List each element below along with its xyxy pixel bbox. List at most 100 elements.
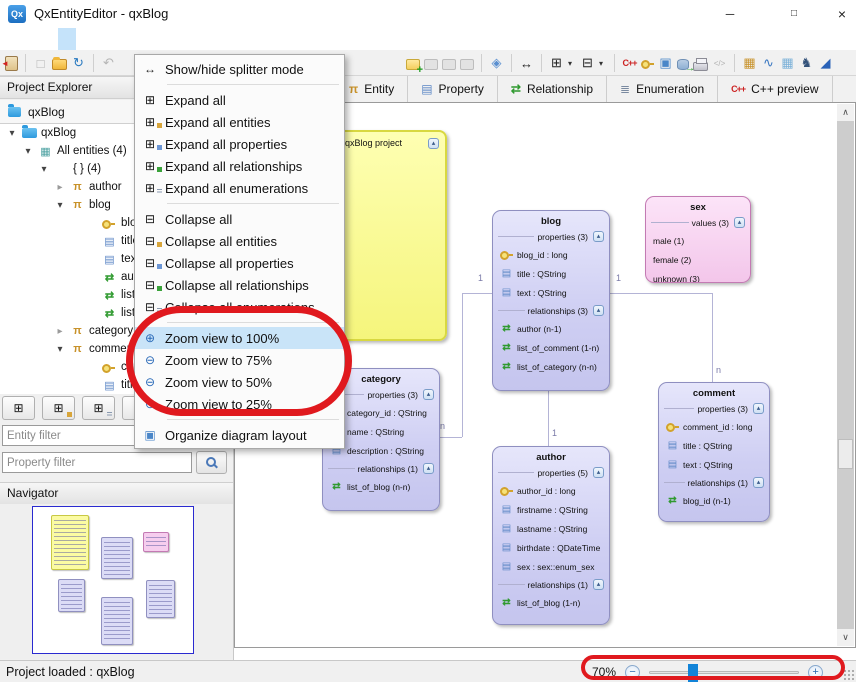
delete-entity-icon[interactable] bbox=[460, 59, 474, 70]
entity-relationship-row[interactable]: ⇄list_of_category (n-n) bbox=[493, 357, 609, 376]
print-icon[interactable] bbox=[693, 62, 708, 71]
menu-bar-item[interactable] bbox=[22, 28, 40, 50]
scroll-down-icon[interactable]: ∨ bbox=[837, 629, 854, 646]
tab[interactable]: π Entity bbox=[336, 76, 408, 102]
entity-relationship-row[interactable]: ⇄blog_id (n-1) bbox=[659, 491, 769, 510]
chevron-right-icon[interactable]: ▸ bbox=[54, 326, 66, 337]
menu-item[interactable]: ⊞ Expand all entities bbox=[135, 111, 344, 133]
chevron-down-icon[interactable]: ▾ bbox=[54, 200, 66, 211]
vertical-scrollbar[interactable]: ∧ ∨ bbox=[837, 104, 854, 646]
menu-bar-item[interactable] bbox=[40, 28, 58, 50]
db-mysql-icon[interactable]: ∿ bbox=[761, 55, 776, 71]
entity-property-row[interactable]: ▤birthdate : QDateTime bbox=[493, 538, 609, 557]
menu-bar-item[interactable] bbox=[4, 28, 22, 50]
expand-dropdown-icon[interactable]: ▾ bbox=[568, 59, 576, 68]
db-oracle-icon[interactable]: ▦ bbox=[742, 55, 757, 71]
collapse-note-button[interactable] bbox=[428, 138, 439, 149]
entity-property-row[interactable]: ▤lastname : QString bbox=[493, 519, 609, 538]
collapse-section-button[interactable] bbox=[593, 467, 604, 478]
collapse-section-button[interactable] bbox=[593, 231, 604, 242]
menu-item[interactable]: ▣ Organize diagram layout bbox=[135, 424, 344, 446]
menu-bar-item[interactable] bbox=[94, 28, 112, 50]
menu-bar-item[interactable] bbox=[58, 28, 76, 50]
entity-property-row[interactable]: ▤firstname : QString bbox=[493, 500, 609, 519]
tree-toolbar-button[interactable]: ⊞ bbox=[2, 396, 35, 420]
tree-toolbar-button[interactable]: ⊞ bbox=[42, 396, 75, 420]
db-sqlite-icon[interactable]: ▦ bbox=[780, 55, 795, 71]
chevron-down-icon[interactable]: ▾ bbox=[54, 344, 66, 355]
cpp-preview-icon[interactable]: C++ bbox=[622, 58, 637, 68]
property-filter-input[interactable] bbox=[2, 452, 192, 473]
entity-property-row[interactable]: ▤text : QString bbox=[659, 455, 769, 474]
entity-blog[interactable]: blog properties (3) blog_id : long▤title… bbox=[492, 210, 610, 391]
edit-entity-icon[interactable] bbox=[424, 59, 438, 70]
entity-relationship-row[interactable]: ⇄author (n-1) bbox=[493, 319, 609, 338]
menu-item[interactable]: ⊟ Collapse all bbox=[135, 208, 344, 230]
app-logo-icon[interactable]: Qx bbox=[8, 5, 26, 23]
entity-relationship-row[interactable]: ⇄list_of_comment (1-n) bbox=[493, 338, 609, 357]
collapse-all-icon[interactable]: ⊟ bbox=[580, 55, 595, 71]
menu-bar-item[interactable] bbox=[76, 28, 94, 50]
collapse-section-button[interactable] bbox=[423, 463, 434, 474]
chevron-right-icon[interactable]: ▸ bbox=[54, 182, 66, 193]
entity-property-row[interactable]: comment_id : long bbox=[659, 417, 769, 436]
network-icon[interactable]: ▣ bbox=[658, 55, 673, 71]
entity-property-row[interactable]: ▤title : QString bbox=[659, 436, 769, 455]
exit-icon[interactable] bbox=[5, 56, 18, 71]
close-button[interactable]: × bbox=[826, 0, 856, 28]
entity-comment[interactable]: comment properties (3) comment_id : long… bbox=[658, 382, 770, 522]
add-entity-icon[interactable] bbox=[406, 59, 420, 70]
key-settings-icon[interactable] bbox=[641, 58, 654, 69]
code-export-icon[interactable]: </> bbox=[712, 59, 727, 68]
menu-item[interactable]: ⊞ Expand all relationships bbox=[135, 155, 344, 177]
copy-entity-icon[interactable] bbox=[442, 59, 456, 70]
search-button[interactable] bbox=[196, 451, 227, 474]
menu-item[interactable]: ⊟ Collapse all relationships bbox=[135, 274, 344, 296]
entity-relationship-row[interactable]: ⇄list_of_blog (1-n) bbox=[493, 593, 609, 612]
entity-property-row[interactable]: blog_id : long bbox=[493, 245, 609, 264]
refresh-icon[interactable]: ↻ bbox=[71, 55, 86, 71]
open-project-icon[interactable] bbox=[52, 59, 67, 70]
tree-toolbar-button[interactable]: ⊞ bbox=[82, 396, 115, 420]
menu-item[interactable]: ↔ Show/hide splitter mode bbox=[135, 58, 344, 80]
db-mssql-icon[interactable]: ◢ bbox=[818, 55, 833, 71]
tab[interactable]: ⇄ Relationship bbox=[498, 76, 607, 102]
splitter-mode-icon[interactable]: ↔ bbox=[519, 56, 534, 71]
scrollbar-thumb[interactable] bbox=[838, 439, 853, 469]
menu-item[interactable]: ⊞ Expand all enumerations bbox=[135, 177, 344, 199]
entity-relationship-row[interactable]: ⇄list_of_blog (n-n) bbox=[323, 477, 439, 496]
entity-property-row[interactable]: ▤title : QString bbox=[493, 264, 609, 283]
menu-bar-item[interactable] bbox=[112, 28, 130, 50]
tag-icon[interactable]: ◈ bbox=[489, 55, 504, 71]
tab[interactable]: C++ C++ preview bbox=[718, 76, 832, 102]
menu-item[interactable] bbox=[135, 199, 344, 208]
scroll-up-icon[interactable]: ∧ bbox=[837, 104, 854, 121]
new-project-icon[interactable]: □ bbox=[33, 56, 48, 71]
chevron-down-icon[interactable]: ▾ bbox=[22, 146, 34, 157]
tab[interactable]: ▤ Property bbox=[408, 76, 498, 102]
collapse-section-button[interactable] bbox=[593, 579, 604, 590]
expand-all-icon[interactable]: ⊞ bbox=[549, 55, 564, 71]
resize-grip[interactable] bbox=[843, 669, 854, 680]
collapse-dropdown-icon[interactable]: ▾ bbox=[599, 59, 607, 68]
undo-icon[interactable]: ↶ bbox=[101, 55, 116, 71]
chevron-down-icon[interactable]: ▾ bbox=[38, 164, 50, 175]
enum-value-row[interactable]: female (2) bbox=[646, 250, 750, 269]
chevron-down-icon[interactable]: ▾ bbox=[6, 128, 18, 139]
menu-item[interactable] bbox=[135, 415, 344, 424]
entity-property-row[interactable]: author_id : long bbox=[493, 481, 609, 500]
entity-author[interactable]: author properties (5) author_id : long▤f… bbox=[492, 446, 610, 625]
tab[interactable]: ≣ Enumeration bbox=[607, 76, 718, 102]
collapse-section-button[interactable] bbox=[734, 217, 745, 228]
menu-item[interactable]: ⊟ Collapse all properties bbox=[135, 252, 344, 274]
collapse-section-button[interactable] bbox=[753, 477, 764, 488]
collapse-section-button[interactable] bbox=[423, 389, 434, 400]
entity-property-row[interactable]: ▤sex : sex::enum_sex bbox=[493, 557, 609, 576]
menu-item[interactable]: ⊟ Collapse all entities bbox=[135, 230, 344, 252]
navigator-thumbnail[interactable] bbox=[32, 506, 194, 654]
enum-sex[interactable]: sex values (3) male (1)female (2)unknown… bbox=[645, 196, 751, 283]
enum-value-row[interactable]: unknown (3) bbox=[646, 269, 750, 283]
db-postgresql-icon[interactable]: ♞ bbox=[799, 55, 814, 71]
collapse-section-button[interactable] bbox=[753, 403, 764, 414]
menu-bar-item[interactable] bbox=[130, 28, 148, 50]
